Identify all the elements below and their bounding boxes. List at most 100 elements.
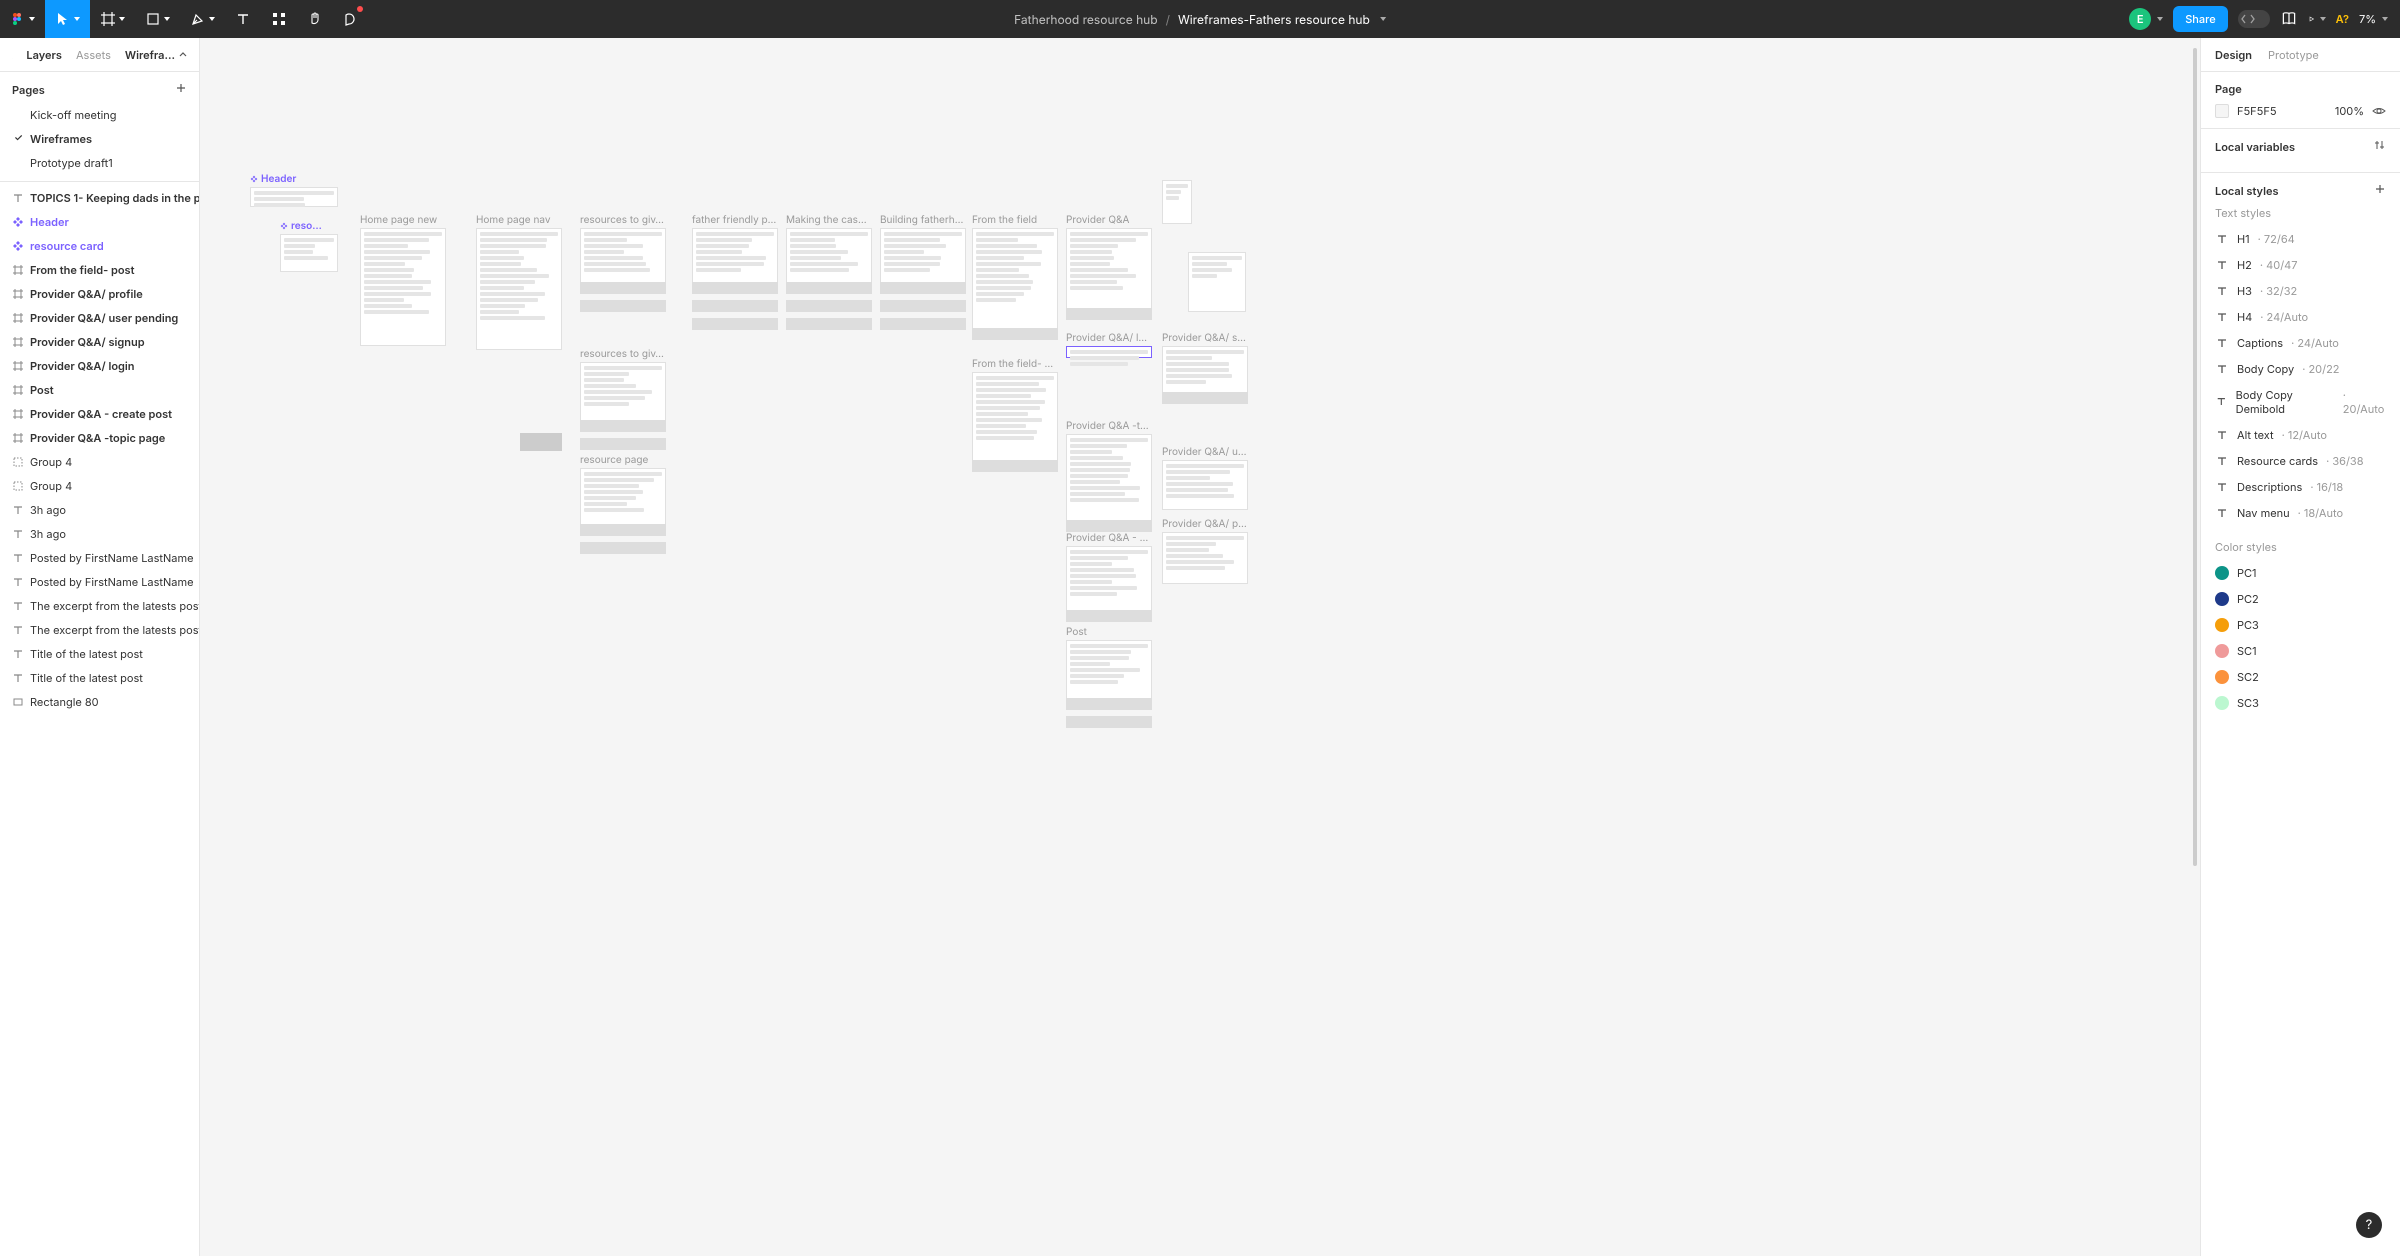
canvas-strip[interactable]	[580, 438, 666, 450]
canvas-strip[interactable]	[786, 318, 872, 330]
text-tool-button[interactable]	[225, 0, 261, 38]
canvas[interactable]: Headerreso…Home page newHome page navres…	[200, 38, 2200, 1256]
layer-item[interactable]: 3h ago	[0, 522, 199, 546]
text-style-item[interactable]: H3 · 32/32	[2215, 278, 2386, 304]
canvas-frame[interactable]: From the field- …	[972, 358, 1058, 464]
canvas-strip[interactable]	[972, 460, 1058, 472]
zoom-control[interactable]: 7%	[2359, 12, 2388, 26]
layer-item[interactable]: Provider Q&A/ user pending	[0, 306, 199, 330]
page-item[interactable]: Kick-off meeting	[0, 103, 199, 127]
canvas-strip[interactable]	[580, 300, 666, 312]
color-style-item[interactable]: SC3	[2215, 690, 2386, 716]
canvas-frame[interactable]: father friendly p…	[692, 214, 778, 286]
breadcrumb-parent[interactable]: Fatherhood resource hub	[1014, 12, 1157, 27]
chevron-down-icon[interactable]	[1380, 17, 1386, 21]
canvas-frame[interactable]: Provider Q&A/ si…	[1162, 332, 1248, 396]
layer-item[interactable]: TOPICS 1- Keeping dads in the pr…	[0, 186, 199, 210]
layer-item[interactable]: Posted by FirstName LastName	[0, 546, 199, 570]
color-style-item[interactable]: SC2	[2215, 664, 2386, 690]
tab-layers[interactable]: Layers	[26, 48, 62, 62]
canvas-frame[interactable]: Provider Q&A/ u…	[1162, 446, 1248, 510]
canvas-strip[interactable]	[580, 282, 666, 294]
page-item[interactable]: Wireframes	[0, 127, 199, 151]
layer-item[interactable]: Group 4	[0, 450, 199, 474]
text-style-item[interactable]: Resource cards · 36/38	[2215, 448, 2386, 474]
text-style-item[interactable]: Alt text · 12/Auto	[2215, 422, 2386, 448]
layer-item[interactable]: Header	[0, 210, 199, 234]
text-style-item[interactable]: H4 · 24/Auto	[2215, 304, 2386, 330]
text-style-item[interactable]: Descriptions · 16/18	[2215, 474, 2386, 500]
dev-mode-toggle[interactable]	[2238, 10, 2270, 28]
text-style-item[interactable]: H2 · 40/47	[2215, 252, 2386, 278]
layer-item[interactable]: From the field- post	[0, 258, 199, 282]
canvas-strip[interactable]	[880, 300, 966, 312]
canvas-frame[interactable]: resources to giv…	[580, 214, 666, 286]
help-button[interactable]: ?	[2356, 1212, 2382, 1238]
visibility-toggle[interactable]	[2372, 104, 2386, 118]
canvas-rectangle[interactable]	[520, 433, 562, 451]
missing-fonts-badge[interactable]: A?	[2336, 12, 2349, 26]
canvas-frame[interactable]: resource page	[580, 454, 666, 528]
canvas-strip[interactable]	[786, 300, 872, 312]
color-style-item[interactable]: PC2	[2215, 586, 2386, 612]
shape-tool-button[interactable]	[135, 0, 180, 38]
canvas-frame[interactable]: Provider Q&A	[1066, 214, 1152, 312]
color-style-item[interactable]: PC1	[2215, 560, 2386, 586]
layer-item[interactable]: Post	[0, 378, 199, 402]
library-button[interactable]	[2280, 10, 2298, 28]
canvas-strip[interactable]	[580, 542, 666, 554]
layer-item[interactable]: The excerpt from the latests post …	[0, 594, 199, 618]
canvas-strip[interactable]	[1162, 392, 1248, 404]
present-button[interactable]	[2308, 10, 2326, 28]
user-menu[interactable]: E	[2129, 8, 2163, 30]
pen-tool-button[interactable]	[180, 0, 225, 38]
canvas-frame[interactable]: resources to giv…	[580, 348, 666, 424]
breadcrumb[interactable]: Fatherhood resource hub / Wireframes-Fat…	[1014, 12, 1386, 27]
canvas-strip[interactable]	[1066, 610, 1152, 622]
canvas-frame[interactable]: Home page new	[360, 214, 446, 346]
figma-menu-button[interactable]	[0, 0, 45, 38]
move-tool-button[interactable]	[45, 0, 90, 38]
text-style-item[interactable]: Body Copy · 20/22	[2215, 356, 2386, 382]
canvas-frame[interactable]: From the field	[972, 214, 1058, 332]
share-button[interactable]: Share	[2173, 6, 2227, 32]
canvas-strip[interactable]	[1066, 520, 1152, 532]
layer-item[interactable]: Provider Q&A/ login	[0, 354, 199, 378]
canvas-strip[interactable]	[1066, 698, 1152, 710]
variables-settings-button[interactable]	[2374, 139, 2386, 154]
color-style-item[interactable]: PC3	[2215, 612, 2386, 638]
page-selector[interactable]: Wirefra…	[125, 48, 187, 62]
comment-tool-button[interactable]	[333, 0, 369, 38]
canvas-frame[interactable]: Provider Q&A - …	[1066, 532, 1152, 614]
canvas-strip[interactable]	[692, 282, 778, 294]
layer-item[interactable]: 3h ago	[0, 498, 199, 522]
canvas-strip[interactable]	[880, 318, 966, 330]
layer-item[interactable]: Provider Q&A/ signup	[0, 330, 199, 354]
canvas-strip[interactable]	[1066, 308, 1152, 320]
canvas-component[interactable]: Header	[250, 173, 338, 207]
page-bg-opacity[interactable]: 100%	[2335, 104, 2364, 118]
canvas-strip[interactable]	[692, 300, 778, 312]
canvas-frame[interactable]: Building fatherh…	[880, 214, 966, 286]
canvas-frame[interactable]: Provider Q&A -t…	[1066, 420, 1152, 524]
canvas-strip[interactable]	[786, 282, 872, 294]
canvas-strip[interactable]	[580, 420, 666, 432]
layer-item[interactable]: Group 4	[0, 474, 199, 498]
layer-item[interactable]: The excerpt from the latests post …	[0, 618, 199, 642]
page-background-row[interactable]: F5F5F5 100%	[2215, 104, 2386, 118]
page-item[interactable]: Prototype draft1	[0, 151, 199, 175]
add-page-button[interactable]	[175, 82, 187, 97]
page-bg-hex[interactable]: F5F5F5	[2237, 104, 2327, 118]
canvas-strip[interactable]	[580, 524, 666, 536]
layer-item[interactable]: Rectangle 80	[0, 690, 199, 714]
add-style-button[interactable]	[2374, 183, 2386, 198]
hand-tool-button[interactable]	[297, 0, 333, 38]
layer-item[interactable]: Provider Q&A/ profile	[0, 282, 199, 306]
tab-prototype[interactable]: Prototype	[2268, 48, 2319, 62]
canvas-strip[interactable]	[1066, 716, 1152, 728]
layer-item[interactable]: Posted by FirstName LastName	[0, 570, 199, 594]
canvas-scrollbar[interactable]	[2193, 48, 2197, 1216]
canvas-frame[interactable]: Making the case…	[786, 214, 872, 286]
layer-item[interactable]: Title of the latest post	[0, 642, 199, 666]
canvas-component[interactable]: reso…	[280, 220, 338, 272]
